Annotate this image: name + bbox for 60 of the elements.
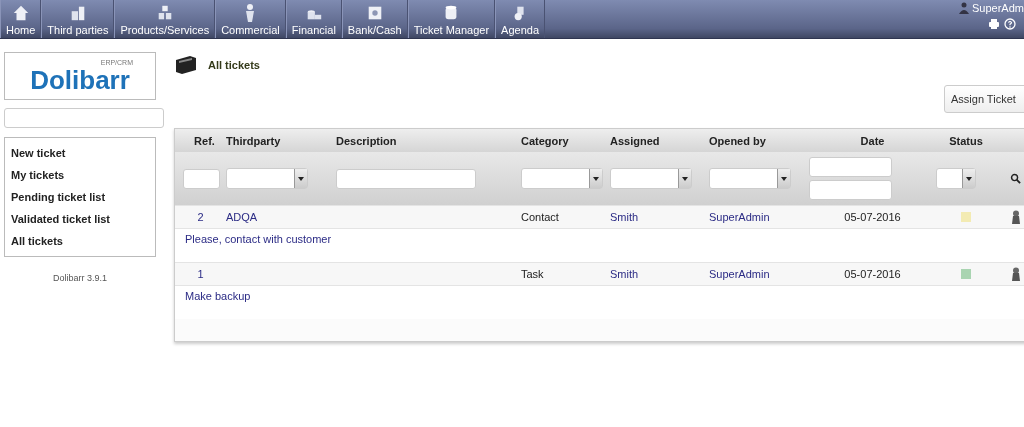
filter-field[interactable] (336, 168, 476, 189)
thirdparty-link[interactable]: ADQA (226, 211, 258, 223)
sidebar-item[interactable]: Pending ticket list (11, 186, 106, 208)
user-link[interactable]: SuperAdmin (709, 211, 770, 223)
ticket-ref-link[interactable]: 1 (197, 268, 204, 280)
filter-dropdown[interactable] (226, 168, 308, 189)
ticket-description-link[interactable]: Please, contact with customer (185, 233, 332, 245)
caret-icon (780, 174, 788, 183)
column-header: Description (336, 134, 397, 147)
search-field[interactable] (4, 108, 164, 128)
user-link[interactable]: Smith (610, 268, 639, 280)
printer-icon[interactable] (988, 18, 1000, 30)
filter-dropdown[interactable] (521, 168, 603, 189)
menu-item[interactable]: Home (0, 0, 42, 38)
person-icon (246, 4, 255, 22)
filter-dropdown[interactable] (610, 168, 692, 189)
menu-item[interactable]: Third parties (41, 0, 115, 38)
user-link[interactable]: Smith (610, 211, 639, 223)
version-label: Dolibarr 3.9.1 (52, 273, 108, 283)
user-figure-icon[interactable] (1009, 267, 1022, 281)
filter-dropdown[interactable] (709, 168, 791, 189)
filter-dropdown[interactable] (936, 168, 976, 189)
table-cell: Task (521, 268, 544, 280)
date-to-field[interactable] (809, 180, 892, 200)
column-header: Assigned (610, 134, 660, 147)
caret-icon (592, 174, 600, 183)
caret-icon (297, 174, 305, 183)
sidebar-item[interactable]: All tickets (11, 230, 63, 252)
column-header: Opened by (709, 134, 766, 147)
caret-icon (681, 174, 689, 183)
sidebar-item[interactable]: My tickets (11, 164, 65, 186)
date-from-field[interactable] (809, 157, 892, 177)
menu-item[interactable]: Bank/Cash (341, 0, 408, 38)
column-header: Date (860, 134, 885, 147)
user-figure-icon[interactable] (1009, 210, 1022, 224)
search-icon[interactable] (1010, 173, 1021, 184)
menu-item[interactable]: Products/Services (114, 0, 216, 38)
table-cell: Contact (521, 211, 559, 223)
filter-field[interactable] (183, 168, 220, 189)
sidebar-item[interactable]: New ticket (11, 142, 66, 164)
user-name[interactable]: SuperAdm (972, 2, 1024, 14)
caret-icon (965, 174, 973, 183)
column-header: Category (521, 134, 569, 147)
menu-item[interactable]: Ticket Manager (407, 0, 496, 38)
ticket-ref-link[interactable]: 2 (197, 211, 204, 223)
table-cell: 05-07-2016 (844, 211, 901, 223)
menu-item[interactable]: Financial (285, 0, 342, 38)
menu-item[interactable]: Agenda (495, 0, 545, 38)
sidebar-item[interactable]: Validated ticket list (11, 208, 111, 230)
column-header: Ref. (194, 134, 215, 147)
table-cell: 05-07-2016 (844, 268, 901, 280)
column-header: Thirdparty (226, 134, 281, 147)
ticket-description-link[interactable]: Make backup (185, 290, 251, 302)
menu-item[interactable]: Commercial (215, 0, 286, 38)
assign-ticket-button[interactable]: Assign Ticket (944, 85, 1024, 113)
page-title: All tickets (208, 59, 260, 71)
help-icon[interactable] (1004, 18, 1016, 30)
user-link[interactable]: SuperAdmin (709, 268, 770, 280)
house-icon (11, 4, 30, 22)
column-header: Status (949, 134, 983, 147)
